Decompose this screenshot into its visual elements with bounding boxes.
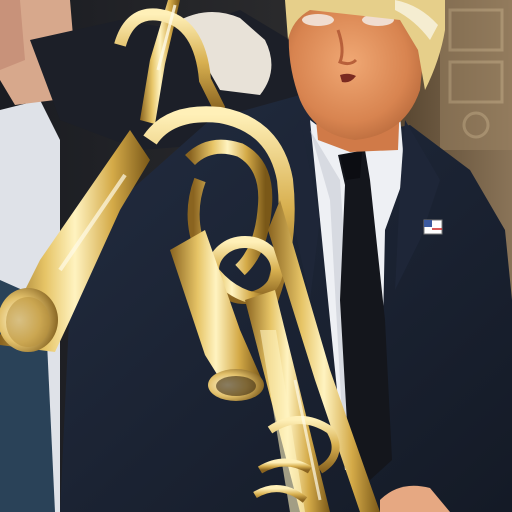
- ornate-wall: [440, 0, 512, 150]
- left-eye: [302, 14, 334, 26]
- photo-scene: [0, 0, 512, 512]
- lapel-pin: [423, 219, 443, 235]
